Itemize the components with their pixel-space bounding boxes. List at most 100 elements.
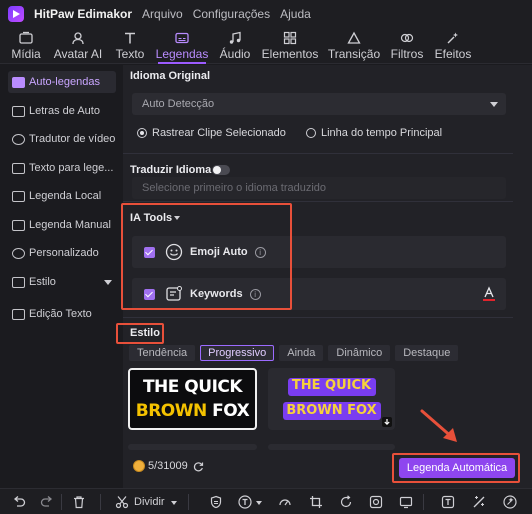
sidebar-item-letras-de-auto[interactable]: Letras de Auto — [8, 100, 116, 122]
sidebar-item-label: Personalizado — [29, 247, 99, 259]
tool-texto[interactable]: Texto — [114, 28, 146, 64]
divider — [123, 317, 513, 318]
ia-tool-emoji-auto[interactable]: Emoji Auto i — [132, 236, 506, 268]
chevron-down-icon — [104, 279, 112, 285]
ai-magic-icon[interactable] — [503, 495, 517, 509]
shield-icon[interactable] — [209, 495, 223, 509]
download-icon[interactable] — [382, 417, 392, 427]
undo-icon[interactable] — [12, 495, 26, 509]
text-edit-icon — [12, 308, 25, 320]
tool-audio[interactable]: Áudio — [219, 28, 251, 64]
source-language-select[interactable]: Auto Detecção — [132, 93, 506, 115]
split-button[interactable]: Dividir — [134, 496, 165, 508]
keywords-checkbox[interactable] — [144, 288, 155, 300]
speed-icon[interactable] — [278, 495, 292, 509]
tool-legendas[interactable]: Legendas — [156, 28, 208, 64]
divider — [423, 494, 424, 510]
tab-tendencia[interactable]: Tendência — [129, 345, 196, 361]
emoji-auto-checkbox[interactable] — [144, 246, 155, 258]
ai-cut-icon[interactable] — [472, 495, 486, 509]
coin-icon — [133, 460, 145, 472]
sidebar-item-estilo[interactable]: Estilo — [8, 271, 116, 293]
tool-elementos[interactable]: Elementos — [261, 28, 319, 64]
style-thumbnail-2[interactable]: THE QUICK BROWN FOX — [268, 368, 395, 430]
sidebar-item-label: Estilo — [29, 276, 56, 288]
tool-midia[interactable]: Mídia — [9, 28, 43, 64]
cc-icon — [12, 76, 25, 88]
info-icon[interactable]: i — [254, 246, 266, 258]
subtitle-settings-panel: Idioma Original Auto Detecção Rastrear C… — [123, 65, 532, 488]
chevron-down-icon[interactable] — [256, 501, 262, 505]
tool-label: Áudio — [219, 47, 251, 61]
tab-progressivo[interactable]: Progressivo — [200, 345, 275, 361]
tool-avatar-ai[interactable]: Avatar AI — [52, 28, 104, 64]
radio-button[interactable] — [137, 128, 147, 138]
info-icon[interactable]: i — [249, 288, 261, 300]
style-thumbnail-4[interactable] — [268, 444, 395, 450]
text-tool-icon[interactable] — [238, 495, 252, 509]
radio-button[interactable] — [306, 128, 316, 138]
sidebar-item-edicao-texto[interactable]: Edição Texto — [8, 303, 116, 325]
smiley-icon — [165, 243, 183, 261]
select-value: Auto Detecção — [142, 98, 215, 110]
tool-label: Filtros — [390, 47, 424, 61]
sidebar-item-legenda-manual[interactable]: Legenda Manual — [8, 214, 116, 236]
sidebar-item-auto-legendas[interactable]: Auto-legendas — [8, 71, 116, 93]
divider — [100, 494, 101, 510]
tool-transicao[interactable]: Transição — [328, 28, 380, 64]
auto-subtitle-button[interactable]: Legenda Automática — [399, 458, 515, 478]
avatar-icon — [72, 32, 84, 45]
rotate-icon[interactable] — [339, 495, 353, 509]
tab-ainda[interactable]: Ainda — [279, 345, 324, 361]
section-title-ia-tools[interactable]: IA Tools — [130, 212, 172, 224]
sidebar-item-label: Legenda Manual — [29, 219, 111, 231]
tab-dinamico[interactable]: Dinâmico — [328, 345, 391, 361]
style-icon — [12, 276, 25, 288]
translate-toggle[interactable] — [212, 165, 230, 175]
section-title-idioma-original: Idioma Original — [130, 70, 211, 82]
tool-label: Legendas — [155, 47, 209, 61]
menu-ajuda[interactable]: Ajuda — [280, 7, 311, 21]
bottom-toolbar: Dividir — [0, 488, 532, 514]
style-thumbnail-3[interactable] — [128, 444, 257, 450]
filters-icon — [400, 33, 414, 43]
crop-icon[interactable] — [309, 495, 323, 509]
ia-tool-label: Emoji Auto — [190, 246, 248, 258]
target-language-select[interactable]: Selecione primeiro o idioma traduzido — [132, 177, 506, 199]
radio-linha-do-tempo[interactable]: Linha do tempo Principal — [306, 127, 442, 139]
tool-filtros[interactable]: Filtros — [390, 28, 424, 64]
divider — [188, 494, 189, 510]
mask-icon[interactable] — [369, 495, 383, 509]
app-name: HitPaw Edimakor — [34, 7, 133, 21]
sidebar-item-label: Letras de Auto — [29, 105, 100, 117]
chevron-down-icon[interactable] — [174, 216, 180, 220]
divider — [123, 153, 513, 154]
sidebar-item-personalizado[interactable]: Personalizado — [8, 242, 116, 264]
tab-destaque[interactable]: Destaque — [395, 345, 459, 361]
chevron-down-icon[interactable] — [171, 501, 177, 505]
tool-label: Elementos — [261, 47, 319, 61]
sidebar-item-tradutor-de-video[interactable]: Tradutor de vídeo — [8, 128, 116, 150]
style-thumbnail-1[interactable]: THE QUICK BROWN FOX — [128, 368, 257, 430]
menu-configuracoes[interactable]: Configurações — [193, 7, 270, 21]
delete-icon[interactable] — [72, 495, 86, 509]
refresh-icon[interactable] — [193, 461, 204, 472]
redo-icon[interactable] — [40, 495, 54, 509]
sidebar-item-label: Auto-legendas — [29, 76, 100, 88]
tool-efeitos[interactable]: Efeitos — [435, 28, 471, 64]
app-logo-icon — [8, 6, 24, 22]
scissors-icon[interactable] — [115, 495, 129, 509]
subtitles-icon — [175, 32, 189, 44]
screen-icon[interactable] — [399, 495, 413, 509]
sidebar-item-legenda-local[interactable]: Legenda Local — [8, 185, 116, 207]
sidebar-item-label: Edição Texto — [29, 308, 92, 320]
tool-label: Mídia — [11, 47, 41, 61]
ia-tool-keywords[interactable]: Keywords i — [132, 278, 506, 310]
font-color-icon[interactable] — [482, 286, 496, 302]
auto-text-icon[interactable] — [441, 495, 455, 509]
radio-rastrear-clipe[interactable]: Rastrear Clipe Selecionado — [137, 127, 286, 139]
thumbnail-text-highlight: BROWN — [135, 401, 207, 421]
audio-icon — [229, 31, 241, 44]
sidebar-item-texto-para-legenda[interactable]: Texto para lege... — [8, 157, 116, 179]
menu-arquivo[interactable]: Arquivo — [142, 7, 183, 21]
